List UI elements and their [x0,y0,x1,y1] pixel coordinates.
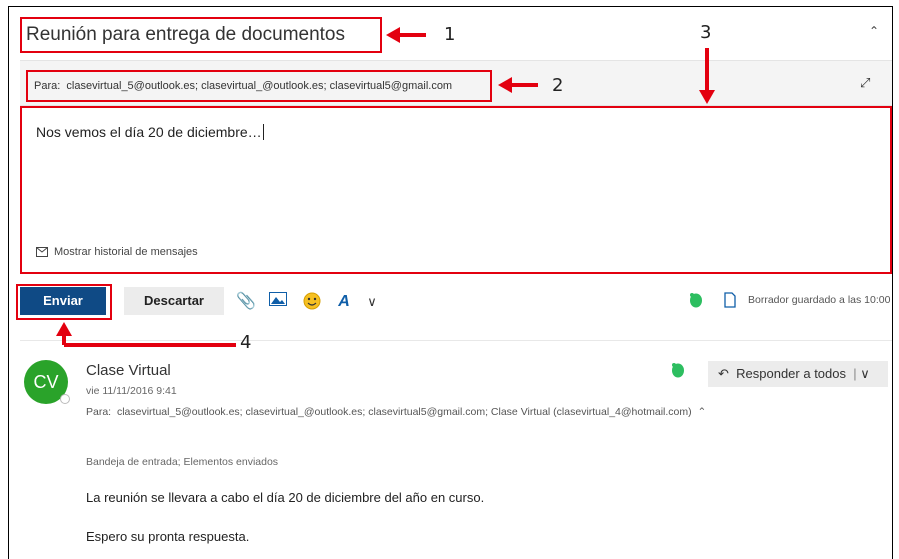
annotation-arrows [56,27,715,347]
callout-3: 3 [700,22,712,43]
callout-1: 1 [444,24,456,45]
callout-2: 2 [552,75,564,96]
callout-4: 4 [240,332,252,353]
